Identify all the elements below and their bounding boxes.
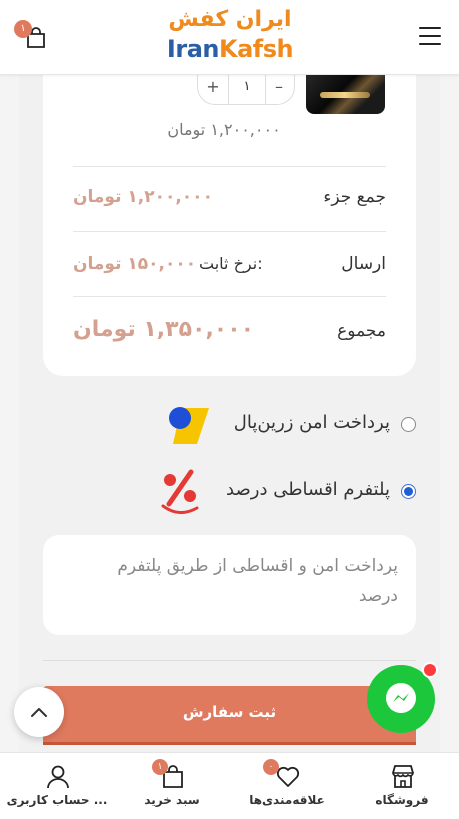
darsad-radio[interactable] bbox=[401, 484, 416, 499]
decrease-quantity-button[interactable]: – bbox=[264, 70, 294, 104]
notification-dot bbox=[422, 662, 438, 678]
subtotal-label: جمع جزء bbox=[323, 187, 386, 207]
payment-description-text: پرداخت امن و اقساطی از طریق پلتفرم درصد bbox=[117, 556, 398, 606]
nav-cart[interactable]: ۱ سبد خرید bbox=[115, 753, 229, 819]
total-value: ۱,۳۵۰,۰۰۰ تومان bbox=[73, 317, 255, 342]
place-order-button[interactable]: ثبت سفارش bbox=[43, 686, 416, 742]
nav-wishlist[interactable]: ۰ علاقه‌مندی‌ها bbox=[230, 753, 344, 819]
site-logo[interactable]: ایران کفش IranKafsh bbox=[162, 6, 298, 68]
zarinpal-logo-icon bbox=[169, 406, 211, 444]
quantity-stepper[interactable]: + ۱ – bbox=[197, 70, 295, 105]
shipping-value: ۱۵۰,۰۰۰ تومان bbox=[73, 254, 197, 274]
cart-count-badge: ۱ bbox=[14, 20, 32, 38]
darsad-percent-logo-icon bbox=[157, 468, 205, 516]
increase-quantity-button[interactable]: + bbox=[198, 70, 228, 104]
subtotal-row: جمع جزء ۱,۲۰۰,۰۰۰ تومان bbox=[73, 166, 386, 231]
quantity-value[interactable]: ۱ bbox=[228, 70, 266, 104]
shipping-method-label: نرخ ثابت: bbox=[199, 254, 263, 273]
total-label: مجموع bbox=[337, 321, 386, 341]
user-icon bbox=[47, 765, 69, 789]
nav-wishlist-badge: ۰ bbox=[263, 759, 279, 775]
payment-option-zarinpal[interactable]: پرداخت امن زرین‌پال bbox=[43, 404, 416, 444]
divider bbox=[43, 660, 416, 661]
nav-cart-badge: ۱ bbox=[152, 759, 168, 775]
subtotal-value: ۱,۲۰۰,۰۰۰ تومان bbox=[73, 187, 213, 207]
chevron-up-icon bbox=[31, 708, 47, 717]
logo-persian-text: ایران کفش bbox=[168, 7, 292, 32]
zarinpal-label[interactable]: پرداخت امن زرین‌پال bbox=[234, 412, 390, 433]
order-summary-card: + ۱ – ۱,۲۰۰,۰۰۰ تومان جمع جزء ۱,۲۰۰,۰۰۰ … bbox=[43, 40, 416, 376]
darsad-label[interactable]: پلتفرم اقساطی درصد bbox=[226, 479, 390, 500]
shipping-row: ارسال نرخ ثابت: ۱۵۰,۰۰۰ تومان bbox=[73, 231, 386, 296]
nav-cart-label: سبد خرید bbox=[144, 793, 200, 807]
zarinpal-radio[interactable] bbox=[401, 417, 416, 432]
site-header: ۱ ایران کفش IranKafsh bbox=[0, 0, 459, 75]
hamburger-menu-icon[interactable] bbox=[419, 27, 441, 45]
item-price: ۱,۲۰۰,۰۰۰ تومان bbox=[167, 120, 281, 139]
store-icon bbox=[392, 765, 414, 788]
logo-latin-text: IranKafsh bbox=[166, 35, 294, 63]
nav-shop[interactable]: فروشگاه bbox=[345, 753, 459, 819]
total-row: مجموع ۱,۳۵۰,۰۰۰ تومان bbox=[73, 296, 386, 361]
payment-option-darsad[interactable]: پلتفرم اقساطی درصد bbox=[43, 468, 416, 514]
nav-account-label: حساب کاربری ... bbox=[6, 793, 108, 807]
product-thumbnail[interactable] bbox=[306, 70, 385, 114]
scroll-to-top-button[interactable] bbox=[14, 687, 64, 737]
payment-description-box: پرداخت امن و اقساطی از طریق پلتفرم درصد bbox=[43, 535, 416, 635]
bottom-navigation: حساب کاربری ... ۱ سبد خرید ۰ علاقه‌مندی‌… bbox=[0, 752, 459, 819]
shipping-label: ارسال bbox=[341, 254, 386, 274]
nav-wishlist-label: علاقه‌مندی‌ها bbox=[249, 793, 325, 807]
nav-shop-label: فروشگاه bbox=[375, 793, 429, 807]
nav-account[interactable]: حساب کاربری ... bbox=[0, 753, 114, 819]
